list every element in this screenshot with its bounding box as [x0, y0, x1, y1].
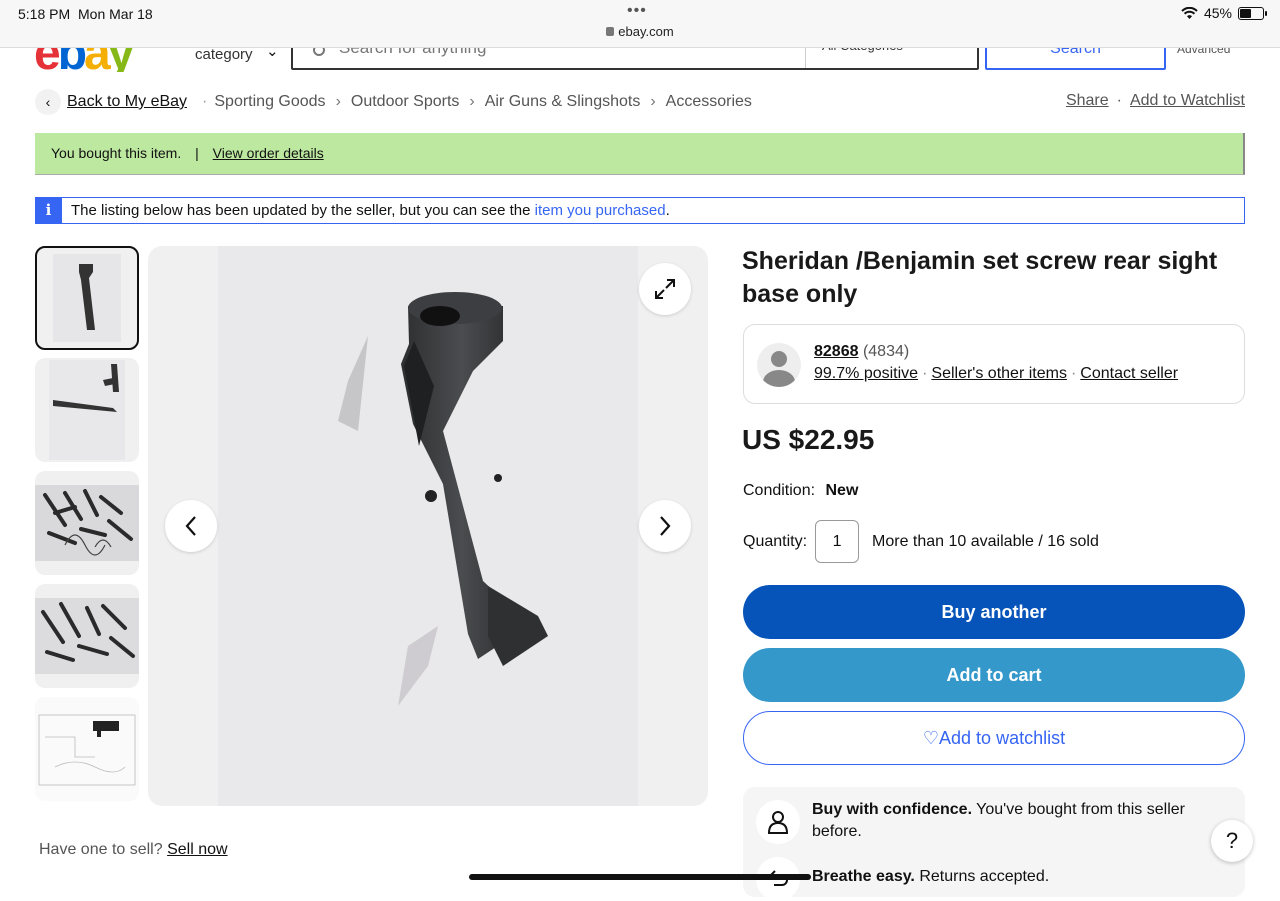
status-date: Mon Mar 18	[78, 6, 153, 22]
seller-card: 82868 (4834) 99.7% positive · Seller's oth…	[743, 324, 1245, 404]
add-to-cart-button[interactable]: Add to cart	[743, 648, 1245, 702]
returns-bold: Breathe easy.	[812, 868, 915, 885]
banner-separator: |	[195, 145, 199, 161]
breadcrumb-item[interactable]: Sporting Goods	[214, 93, 325, 111]
status-time: 5:18 PM	[18, 6, 71, 22]
condition-value: New	[825, 482, 859, 499]
wifi-icon	[1181, 6, 1198, 19]
url-text: ebay.com	[618, 24, 674, 39]
avatar[interactable]	[757, 343, 801, 387]
quantity-input[interactable]: 1	[815, 520, 860, 563]
search-button[interactable]: Search	[985, 48, 1166, 70]
breadcrumb-item[interactable]: Outdoor Sports	[351, 93, 460, 111]
add-to-watchlist-link[interactable]: Add to Watchlist	[1130, 92, 1245, 110]
chevron-right-icon: ›	[335, 93, 341, 110]
buy-another-button[interactable]: Buy another	[743, 585, 1245, 639]
buy-with-confidence-text: Buy with confidence. You've bought from …	[812, 799, 1212, 843]
site-header: ebay category ⌄ Search for anything All …	[0, 48, 1280, 72]
previous-image-button[interactable]	[165, 500, 217, 552]
home-indicator[interactable]	[469, 874, 811, 880]
thumbnail-2[interactable]	[35, 358, 139, 462]
ebay-logo[interactable]: ebay	[34, 48, 134, 72]
quantity-row: Quantity: 1 More than 10 available / 16 …	[743, 520, 1099, 563]
back-to-my-ebay-link[interactable]: Back to My eBay	[67, 93, 187, 111]
add-to-watchlist-label: Add to watchlist	[939, 728, 1066, 748]
notice-end: .	[665, 202, 670, 219]
category-select[interactable]: All Categories	[805, 48, 977, 68]
sell-prompt: Have one to sell? Sell now	[39, 841, 228, 859]
diagram-thumb-image	[38, 714, 136, 786]
more-dots-icon[interactable]: •••	[627, 2, 647, 20]
breadcrumb-item[interactable]: Air Guns & Slingshots	[485, 93, 641, 111]
search-bar[interactable]: Search for anything All Categories	[291, 48, 979, 70]
address-bar[interactable]: ebay.com	[0, 24, 1280, 39]
chevron-right-icon: ›	[469, 93, 475, 110]
purchase-banner: You bought this item. | View order detai…	[35, 133, 1245, 175]
share-link[interactable]: Share	[1066, 92, 1109, 110]
contact-seller-link[interactable]: Contact seller	[1080, 365, 1178, 382]
battery-percent: 45%	[1203, 5, 1232, 21]
availability-text: More than 10 available / 16 sold	[872, 532, 1099, 550]
view-order-details-link[interactable]: View order details	[213, 145, 324, 161]
thumbnail-3[interactable]	[35, 471, 139, 575]
search-icon	[313, 48, 325, 56]
chevron-left-icon	[185, 516, 196, 536]
sell-now-link[interactable]: Sell now	[167, 841, 227, 858]
person-icon	[756, 800, 800, 844]
product-photo	[218, 246, 638, 806]
condition-label: Condition:	[743, 482, 816, 499]
sight-base-image	[338, 292, 548, 706]
parts-thumb-image	[53, 364, 119, 412]
seller-feedback-count: (4834)	[862, 343, 910, 360]
thumbnail-5[interactable]	[35, 697, 139, 801]
breadcrumb-item[interactable]: Accessories	[666, 93, 752, 111]
battery-icon	[1238, 6, 1267, 20]
breadcrumb: ‹ Back to My eBay · Sporting Goods › Out…	[35, 89, 752, 115]
parts-pile-thumb-image	[43, 489, 133, 556]
ios-status-bar: 5:18 PM Mon Mar 18 ••• ebay.com 45%	[0, 0, 1280, 48]
parts-pile-thumb-image	[41, 602, 135, 662]
seller-links: 99.7% positive · Seller's other items · Cont…	[814, 365, 1179, 382]
sell-prompt-text: Have one to sell?	[39, 841, 163, 858]
expand-icon[interactable]	[639, 263, 691, 315]
breadcrumb-dot: ·	[202, 93, 208, 110]
item-title: Sheridan /Benjamin set screw rear sight …	[742, 247, 1218, 308]
shop-by-category[interactable]: category	[195, 48, 253, 63]
seller-name-link[interactable]: 82868	[814, 343, 859, 360]
separator-dot: ·	[1116, 92, 1122, 109]
chevron-right-icon: ›	[650, 93, 656, 110]
advanced-search-link[interactable]: Advanced	[1177, 48, 1230, 56]
bought-text: You bought this item.	[51, 145, 182, 161]
status-indicators: 45%	[1181, 5, 1267, 21]
seller-name-row: 82868 (4834)	[814, 343, 909, 361]
share-watch-links: Share · Add to Watchlist	[1066, 92, 1245, 110]
sellers-other-items-link[interactable]: Seller's other items	[931, 365, 1067, 382]
thumbnail-1[interactable]	[35, 246, 139, 350]
returns-detail: Returns accepted.	[914, 868, 1050, 885]
condition-row: Condition: New	[743, 482, 858, 500]
info-icon: i	[35, 197, 62, 224]
main-product-image[interactable]	[148, 246, 708, 806]
chevron-right-icon	[660, 516, 671, 536]
lock-icon	[606, 27, 615, 36]
next-image-button[interactable]	[639, 500, 691, 552]
notice-text: The listing below has been updated by th…	[71, 202, 535, 219]
listing-updated-notice: i The listing below has been updated by …	[35, 197, 1245, 224]
thumbnail-4[interactable]	[35, 584, 139, 688]
back-chevron-icon[interactable]: ‹	[35, 89, 61, 115]
item-price: US $22.95	[742, 424, 875, 455]
help-button[interactable]: ?	[1211, 820, 1253, 862]
quantity-label: Quantity:	[743, 532, 808, 550]
confidence-bold: Buy with confidence.	[812, 801, 973, 818]
positive-feedback-link[interactable]: 99.7% positive	[814, 365, 918, 382]
heart-icon: ♡	[922, 728, 940, 748]
sight-base-thumb-image	[79, 264, 95, 330]
confidence-panel: Buy with confidence. You've bought from …	[743, 787, 1245, 901]
returns-text: Breathe easy. Returns accepted.	[812, 866, 1212, 888]
item-you-purchased-link[interactable]: item you purchased	[535, 202, 666, 219]
search-input[interactable]: Search for anything	[339, 48, 486, 58]
add-to-watchlist-button[interactable]: ♡Add to watchlist	[743, 711, 1245, 765]
chevron-down-icon[interactable]: ⌄	[266, 48, 279, 60]
